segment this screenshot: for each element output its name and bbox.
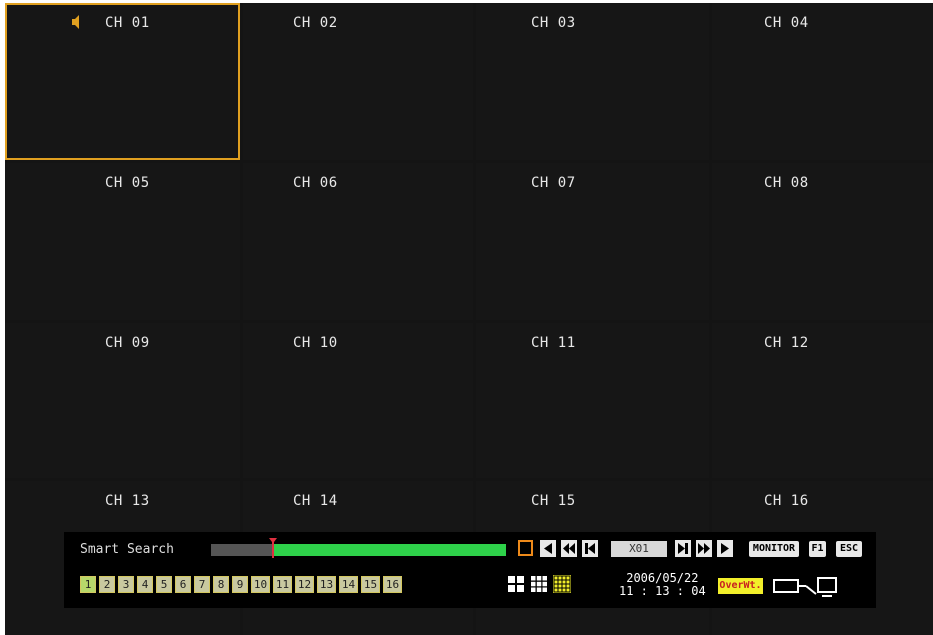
speed-indicator[interactable]: X01 xyxy=(611,541,667,557)
channel-tile-07[interactable]: CH 07 xyxy=(476,163,709,320)
play-icon[interactable] xyxy=(717,540,733,557)
channel-label: CH 16 xyxy=(764,493,809,509)
channel-tile-01[interactable]: CH 01 xyxy=(5,3,240,160)
output-switch-icon[interactable] xyxy=(772,574,844,598)
channel-label: CH 08 xyxy=(764,175,809,191)
channel-button-15[interactable]: 15 xyxy=(361,576,380,593)
channel-tile-08[interactable]: CH 08 xyxy=(712,163,933,320)
channel-tile-02[interactable]: CH 02 xyxy=(243,3,473,160)
channel-tile-10[interactable]: CH 10 xyxy=(243,323,473,478)
f1-button[interactable]: F1 xyxy=(809,541,826,557)
time-text: 11 : 13 : 04 xyxy=(619,584,706,598)
overwrite-button[interactable]: OverWt. xyxy=(718,578,763,594)
channel-label: CH 07 xyxy=(531,175,576,191)
channel-tile-03[interactable]: CH 03 xyxy=(476,3,709,160)
fast-rewind-icon[interactable] xyxy=(561,540,577,557)
speaker-icon xyxy=(72,15,79,29)
quad-layout-icon[interactable] xyxy=(507,575,525,593)
timeline-slider[interactable] xyxy=(211,538,506,558)
channel-button-12[interactable]: 12 xyxy=(295,576,314,593)
esc-button[interactable]: ESC xyxy=(836,541,862,557)
channel-button-11[interactable]: 11 xyxy=(273,576,292,593)
channel-label: CH 10 xyxy=(293,335,338,351)
date-time-display: 2006/05/22 11 : 13 : 04 xyxy=(619,572,706,598)
channel-label: CH 05 xyxy=(105,175,150,191)
nine-split-layout-icon[interactable] xyxy=(530,575,548,593)
channel-tile-06[interactable]: CH 06 xyxy=(243,163,473,320)
channel-button-5[interactable]: 5 xyxy=(156,576,172,593)
monitor-button[interactable]: MONITOR xyxy=(749,541,799,557)
channel-button-10[interactable]: 10 xyxy=(251,576,270,593)
step-forward-icon[interactable] xyxy=(675,540,691,557)
fast-forward-icon[interactable] xyxy=(696,540,712,557)
channel-button-1[interactable]: 1 xyxy=(80,576,96,593)
playback-control-bar: Smart Search X01 MONITOR F1 ESC 1 2 3 4 … xyxy=(64,532,876,608)
stop-button[interactable] xyxy=(518,540,533,556)
mode-label: Smart Search xyxy=(80,542,174,557)
channel-tile-11[interactable]: CH 11 xyxy=(476,323,709,478)
channel-tile-04[interactable]: CH 04 xyxy=(712,3,933,160)
channel-label: CH 06 xyxy=(293,175,338,191)
sixteen-split-layout-icon[interactable] xyxy=(553,575,571,593)
channel-label: CH 14 xyxy=(293,493,338,509)
channel-button-14[interactable]: 14 xyxy=(339,576,358,593)
timeline-recorded-range xyxy=(273,544,506,556)
channel-label: CH 01 xyxy=(105,15,150,31)
channel-button-2[interactable]: 2 xyxy=(99,576,115,593)
channel-tile-05[interactable]: CH 05 xyxy=(5,163,240,320)
channel-label: CH 09 xyxy=(105,335,150,351)
reverse-play-icon[interactable] xyxy=(540,540,556,557)
channel-label: CH 11 xyxy=(531,335,576,351)
step-back-icon[interactable] xyxy=(582,540,598,557)
channel-button-7[interactable]: 7 xyxy=(194,576,210,593)
channel-label: CH 02 xyxy=(293,15,338,31)
channel-tile-09[interactable]: CH 09 xyxy=(5,323,240,478)
channel-button-4[interactable]: 4 xyxy=(137,576,153,593)
channel-label: CH 15 xyxy=(531,493,576,509)
channel-button-3[interactable]: 3 xyxy=(118,576,134,593)
channel-tile-12[interactable]: CH 12 xyxy=(712,323,933,478)
channel-button-6[interactable]: 6 xyxy=(175,576,191,593)
channel-button-16[interactable]: 16 xyxy=(383,576,402,593)
channel-button-13[interactable]: 13 xyxy=(317,576,336,593)
channel-label: CH 03 xyxy=(531,15,576,31)
channel-label: CH 12 xyxy=(764,335,809,351)
channel-button-8[interactable]: 8 xyxy=(213,576,229,593)
channel-label: CH 04 xyxy=(764,15,809,31)
timeline-marker-icon[interactable] xyxy=(269,538,277,558)
channel-button-9[interactable]: 9 xyxy=(232,576,248,593)
channel-label: CH 13 xyxy=(105,493,150,509)
